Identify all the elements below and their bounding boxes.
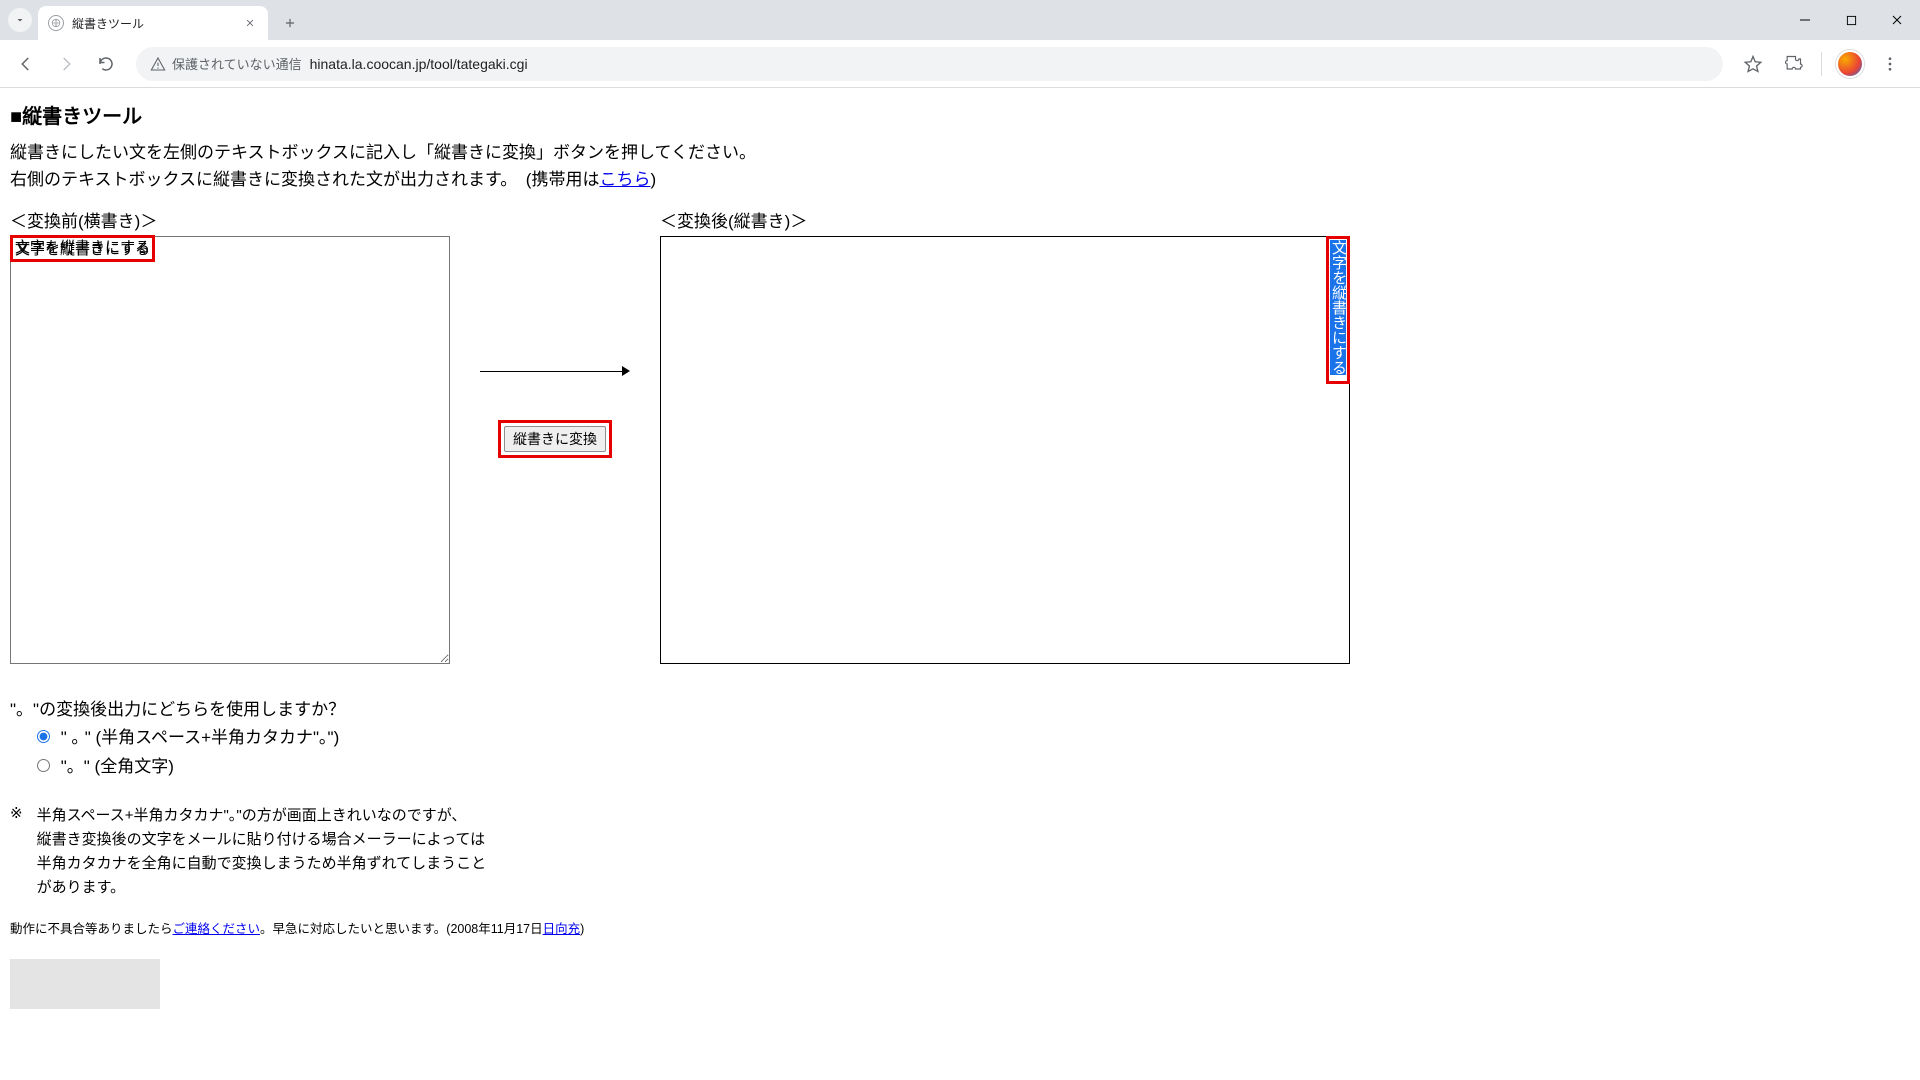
contact-link[interactable]: ご連絡ください bbox=[173, 922, 261, 936]
menu-button[interactable] bbox=[1872, 46, 1908, 82]
output-text: 文字を縦書きにする bbox=[1330, 240, 1347, 375]
intro-line2-pre: 右側のテキストボックスに縦書きに変換された文が出力されます。 (携帯用は bbox=[10, 170, 599, 189]
tab-title: 縦書きツール bbox=[72, 15, 242, 32]
address-bar[interactable]: 保護されていない通信 hinata.la.coocan.jp/tool/tate… bbox=[136, 47, 1723, 81]
option-1[interactable]: " ｡ " (半角スペース+半角カタカナ"｡") bbox=[32, 724, 1910, 753]
middle-column: 縦書きに変換 bbox=[450, 207, 660, 455]
new-tab-button[interactable] bbox=[276, 9, 304, 37]
author-link[interactable]: 日向充 bbox=[543, 922, 581, 936]
mobile-link[interactable]: こちら bbox=[599, 170, 650, 189]
convert-button[interactable]: 縦書きに変換 bbox=[504, 426, 606, 452]
options-question: "。"の変換後出力にどちらを使用しますか？ bbox=[10, 695, 1910, 720]
note-symbol: ※ bbox=[10, 804, 23, 900]
output-box[interactable]: 文字を縦書きにする bbox=[660, 236, 1350, 664]
option-1-label: " ｡ " (半角スペース+半角カタカナ"｡") bbox=[61, 728, 340, 747]
note-line4: があります。 bbox=[37, 879, 126, 896]
tab-strip: 縦書きツール bbox=[0, 0, 1920, 40]
chevron-down-icon bbox=[14, 14, 26, 26]
page-content: ■縦書きツール 縦書きにしたい文を左側のテキストボックスに記入し「縦書きに変換」… bbox=[0, 88, 1920, 1017]
option-2[interactable]: "。" (全角文字) bbox=[32, 753, 1910, 782]
plus-icon bbox=[283, 16, 297, 30]
browser-tab[interactable]: 縦書きツール bbox=[38, 6, 268, 40]
note-block: ※ 半角スペース+半角カタカナ"｡"の方が画面上きれいなのですが、 縦書き変換後… bbox=[10, 804, 1910, 900]
after-label: ＜変換後(縦書き)＞ bbox=[660, 207, 1350, 232]
close-icon bbox=[245, 18, 255, 28]
footer-post: ) bbox=[580, 922, 584, 936]
maximize-icon bbox=[1846, 15, 1857, 26]
intro-line1: 縦書きにしたい文を左側のテキストボックスに記入し「縦書きに変換」ボタンを押してく… bbox=[10, 143, 756, 162]
before-label: ＜変換前(横書き)＞ bbox=[10, 207, 450, 232]
page-title: ■縦書きツール bbox=[10, 100, 1910, 129]
reload-icon bbox=[97, 55, 115, 73]
note-line3: 半角カタカナを全角に自動で変換しまうため半角ずれてしまうこと bbox=[37, 855, 487, 872]
arrow-icon bbox=[480, 365, 630, 377]
options-group: "。"の変換後出力にどちらを使用しますか？ " ｡ " (半角スペース+半角カタ… bbox=[10, 695, 1910, 782]
option-2-label: "。" (全角文字) bbox=[61, 757, 174, 776]
output-highlight: 文字を縦書きにする bbox=[1329, 239, 1348, 381]
security-label: 保護されていない通信 bbox=[172, 54, 302, 73]
url-text: hinata.la.coocan.jp/tool/tategaki.cgi bbox=[310, 56, 528, 72]
output-column: ＜変換後(縦書き)＞ 文字を縦書きにする bbox=[660, 207, 1350, 664]
option-2-radio[interactable] bbox=[37, 759, 50, 772]
extensions-button[interactable] bbox=[1775, 46, 1811, 82]
convert-button-highlight: 縦書きに変換 bbox=[501, 423, 609, 455]
globe-icon bbox=[48, 15, 64, 31]
toolbar: 保護されていない通信 hinata.la.coocan.jp/tool/tate… bbox=[0, 40, 1920, 88]
arrow-left-icon bbox=[17, 55, 35, 73]
avatar-icon bbox=[1836, 50, 1864, 78]
minimize-icon bbox=[1799, 14, 1811, 26]
back-button[interactable] bbox=[8, 46, 44, 82]
tab-close-button[interactable] bbox=[242, 15, 258, 31]
profile-button[interactable] bbox=[1832, 46, 1868, 82]
kebab-icon bbox=[1881, 55, 1899, 73]
reload-button[interactable] bbox=[88, 46, 124, 82]
site-security-chip[interactable]: 保護されていない通信 bbox=[150, 54, 302, 73]
puzzle-icon bbox=[1783, 54, 1803, 74]
footer-text: 動作に不具合等ありましたらご連絡ください。早急に対応したいと思います。(2008… bbox=[10, 918, 1910, 937]
bottom-placeholder bbox=[10, 959, 160, 1009]
input-textarea[interactable] bbox=[10, 236, 450, 664]
toolbar-divider bbox=[1821, 52, 1822, 76]
footer-mid: 。早急に対応したいと思います。(2008年11月17日 bbox=[260, 922, 543, 936]
footer-pre: 動作に不具合等ありましたら bbox=[10, 922, 173, 936]
arrow-right-icon bbox=[57, 55, 75, 73]
bookmark-button[interactable] bbox=[1735, 46, 1771, 82]
input-column: ＜変換前(横書き)＞ 文字を縦書きにする bbox=[10, 207, 450, 669]
note-line2: 縦書き変換後の文字をメールに貼り付ける場合メーラーによっては bbox=[37, 831, 486, 848]
forward-button[interactable] bbox=[48, 46, 84, 82]
intro-text: 縦書きにしたい文を左側のテキストボックスに記入し「縦書きに変換」ボタンを押してく… bbox=[10, 139, 1910, 193]
window-minimize-button[interactable] bbox=[1782, 0, 1828, 40]
close-icon bbox=[1891, 14, 1903, 26]
window-controls bbox=[1782, 0, 1920, 40]
intro-line2-post: ) bbox=[650, 170, 656, 189]
star-icon bbox=[1743, 54, 1763, 74]
tab-search-button[interactable] bbox=[8, 8, 32, 32]
window-maximize-button[interactable] bbox=[1828, 0, 1874, 40]
option-1-radio[interactable] bbox=[37, 730, 50, 743]
warning-icon bbox=[150, 56, 166, 72]
window-close-button[interactable] bbox=[1874, 0, 1920, 40]
note-line1: 半角スペース+半角カタカナ"｡"の方が画面上きれいなのですが、 bbox=[37, 807, 467, 824]
